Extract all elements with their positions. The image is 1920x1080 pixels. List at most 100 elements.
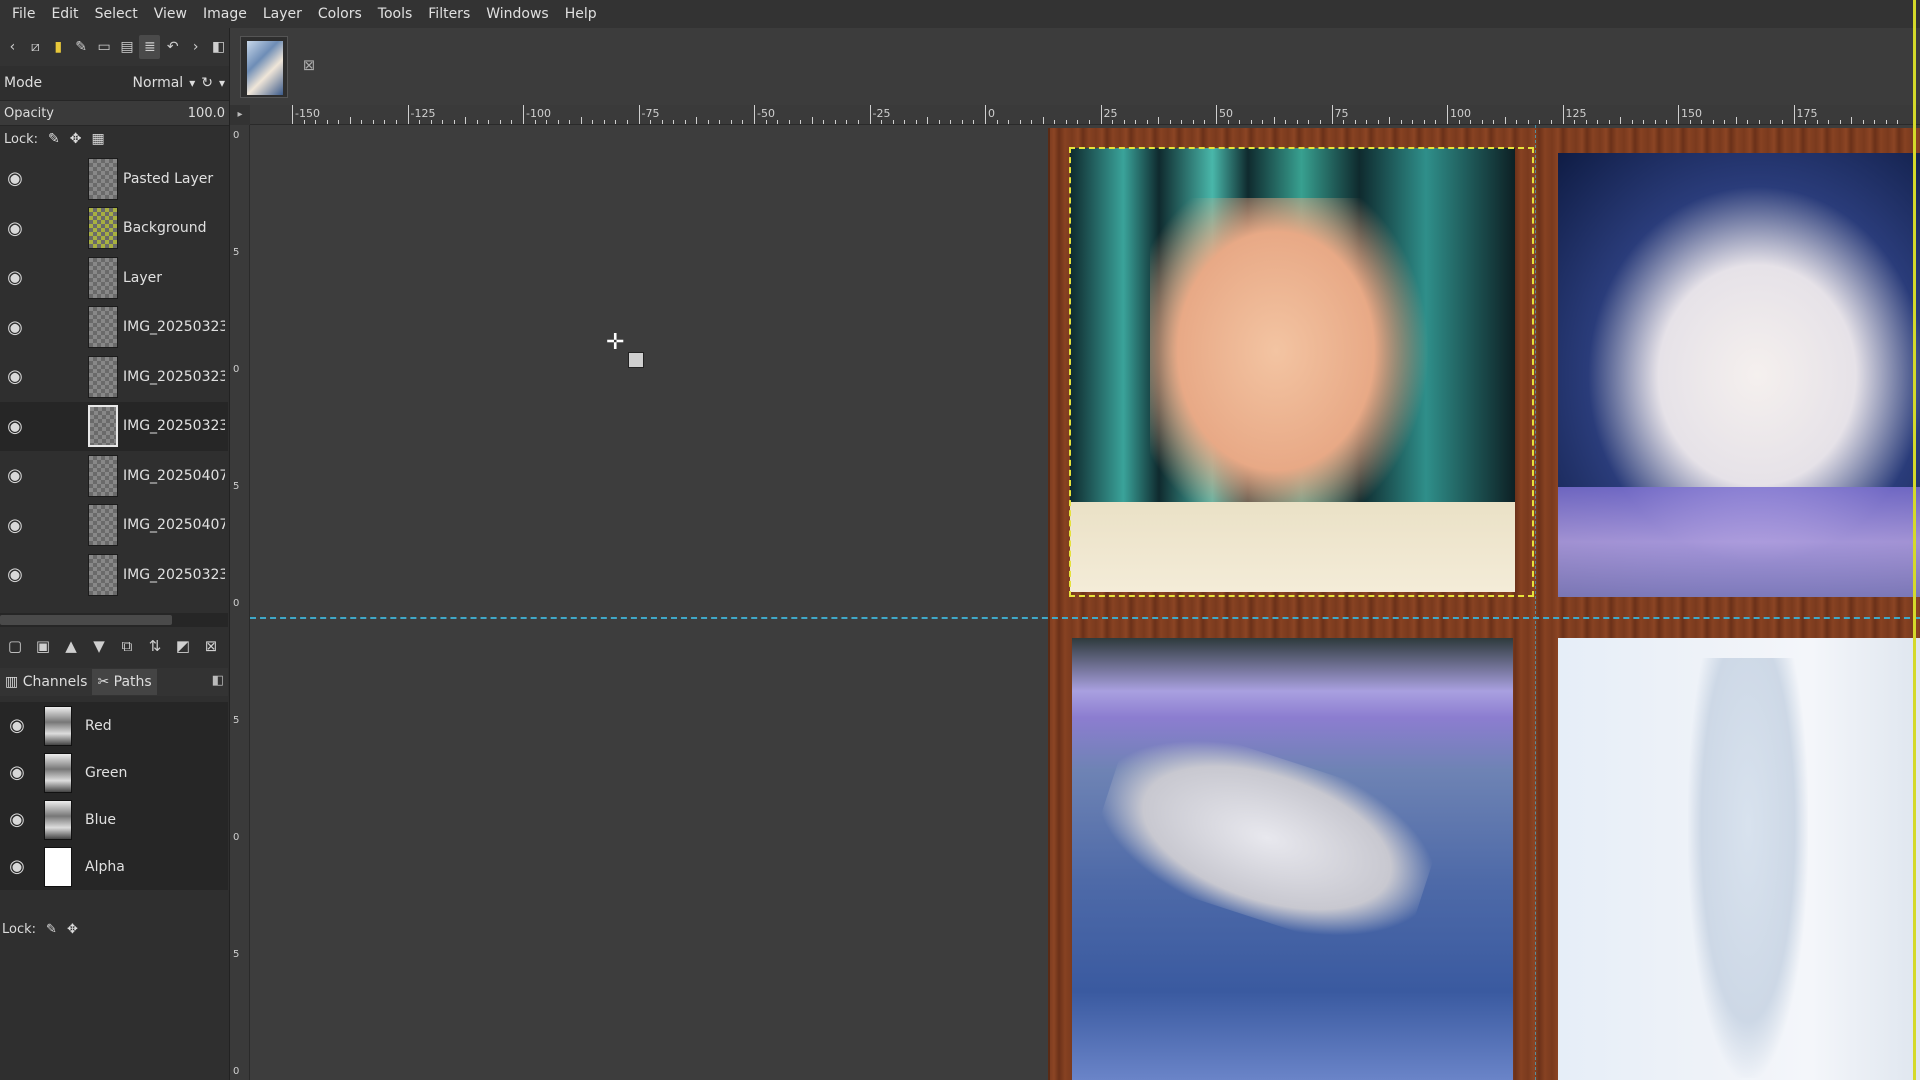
layer-row[interactable]: ◉ Background <box>0 204 228 254</box>
undo-history-icon[interactable]: ▤ <box>117 35 138 59</box>
ruler-minor-tick <box>1574 120 1576 124</box>
scrollbar-thumb[interactable] <box>0 615 172 625</box>
eye-icon[interactable]: ◉ <box>0 564 30 585</box>
lower-layer-icon[interactable]: ▼ <box>88 637 110 655</box>
eye-icon[interactable]: ◉ <box>0 465 30 486</box>
layer-row[interactable]: ◉ IMG_20250323_ <box>0 352 228 402</box>
image-tab[interactable] <box>240 36 288 98</box>
ruler-minor-tick <box>465 117 467 124</box>
eye-icon[interactable]: ◉ <box>0 809 34 830</box>
eye-icon[interactable]: ◉ <box>0 366 30 387</box>
ruler-minor-tick <box>1666 120 1668 124</box>
layers-tab-icon[interactable]: ≣ <box>139 35 161 59</box>
lock-pixels-icon[interactable]: ✎ <box>46 922 57 937</box>
chevron-down-icon[interactable]: ▾ <box>219 76 225 90</box>
paintbrush-icon[interactable]: ✎ <box>71 35 92 59</box>
eye-icon[interactable]: ◉ <box>0 762 34 783</box>
channel-row[interactable]: ◉ Green <box>0 749 228 796</box>
ruler-minor-tick <box>1862 120 1864 124</box>
menu-edit[interactable]: Edit <box>43 0 86 28</box>
channel-row[interactable]: ◉ Red <box>0 702 228 749</box>
ruler-minor-tick <box>1296 120 1298 124</box>
menu-layer[interactable]: Layer <box>255 0 310 28</box>
device-status-icon[interactable]: ▭ <box>94 35 115 59</box>
menu-image[interactable]: Image <box>195 0 255 28</box>
close-icon[interactable]: ⊠ <box>300 56 318 74</box>
menu-help[interactable]: Help <box>557 0 605 28</box>
delete-layer-icon[interactable]: ⊠ <box>200 637 222 655</box>
ruler-minor-tick <box>1735 117 1737 124</box>
lock-position-icon[interactable]: ✥ <box>67 922 78 937</box>
opacity-slider[interactable]: Opacity 100.0 <box>0 100 229 126</box>
new-layer-group-icon[interactable]: ▣ <box>32 637 54 655</box>
ruler-minor-tick <box>673 120 675 124</box>
ruler-minor-tick <box>1250 120 1252 124</box>
ruler-minor-tick <box>800 120 802 124</box>
ruler-minor-tick <box>834 120 836 124</box>
menu-windows[interactable]: Windows <box>478 0 557 28</box>
eye-icon[interactable]: ◉ <box>0 856 34 877</box>
tab-paths[interactable]: ✂ Paths <box>92 669 157 695</box>
opacity-value[interactable]: 100.0 <box>188 106 225 121</box>
ruler-minor-tick <box>372 120 374 124</box>
ruler-minor-tick <box>1412 120 1414 124</box>
ruler-minor-tick <box>1146 120 1148 124</box>
eye-icon[interactable]: ◉ <box>0 267 30 288</box>
lock-alpha-icon[interactable]: ▦ <box>92 131 105 147</box>
menu-tools[interactable]: Tools <box>370 0 421 28</box>
layer-row[interactable]: ◉ Pasted Layer <box>0 154 228 204</box>
brush-palette-icon[interactable]: ▮ <box>48 35 69 59</box>
eye-icon[interactable]: ◉ <box>0 515 30 536</box>
eye-icon[interactable]: ◉ <box>0 168 30 189</box>
chevron-down-icon[interactable]: ▾ <box>189 76 195 90</box>
layer-row[interactable]: ◉ IMG_20250407_ <box>0 451 228 501</box>
tab-channels[interactable]: ▥ Channels <box>0 669 92 695</box>
horizontal-ruler[interactable]: -150 -125 -100 -75 -50 -25 0 25 50 75 100 125 150 175 <box>250 105 1920 125</box>
layer-list-scrollbar[interactable] <box>0 613 228 627</box>
eye-icon[interactable]: ◉ <box>0 218 30 239</box>
ruler-corner-button[interactable]: ▸ <box>230 105 250 125</box>
dock-config-icon[interactable]: ◧ <box>212 673 224 688</box>
ruler-label: 50 <box>1219 107 1233 120</box>
channel-row[interactable]: ◉ Blue <box>0 796 228 843</box>
layer-row-selected[interactable]: ◉ IMG_20250323_ <box>0 401 228 451</box>
vertical-guide[interactable] <box>1535 125 1536 1080</box>
layer-mask-icon[interactable]: ◩ <box>172 637 194 655</box>
channel-row[interactable]: ◉ Alpha <box>0 843 228 890</box>
layer-row[interactable]: ◉ IMG_20250323_ <box>0 303 228 353</box>
lock-pixels-icon[interactable]: ✎ <box>48 131 60 147</box>
dock-config-icon[interactable]: ◧ <box>208 35 229 59</box>
undo-icon[interactable]: ↶ <box>162 35 183 59</box>
layer-row[interactable]: ◉ IMG_20250323_ <box>0 550 228 600</box>
ruler-minor-tick <box>1400 120 1402 124</box>
menu-colors[interactable]: Colors <box>310 0 370 28</box>
menu-filters[interactable]: Filters <box>420 0 478 28</box>
menu-select[interactable]: Select <box>87 0 146 28</box>
horizontal-guide[interactable] <box>250 617 1920 619</box>
opacity-label: Opacity <box>4 105 55 121</box>
lock-position-icon[interactable]: ✥ <box>70 131 82 147</box>
ruler-tick <box>638 105 640 124</box>
merge-layer-icon[interactable]: ⇅ <box>144 637 166 655</box>
layer-row[interactable]: ◉ IMG_20250407_ <box>0 501 228 551</box>
ruler-minor-tick <box>1608 120 1610 124</box>
layer-thumbnail <box>88 306 118 349</box>
eye-icon[interactable]: ◉ <box>0 317 30 338</box>
vertical-ruler[interactable]: 0 5 0 5 0 5 0 5 0 <box>230 125 250 1080</box>
tool-options-icon[interactable]: ⧄ <box>25 35 46 59</box>
ruler-minor-tick <box>1204 120 1206 124</box>
menu-view[interactable]: View <box>146 0 195 28</box>
layer-name: IMG_20250323_ <box>123 418 225 435</box>
chevron-right-icon[interactable]: › <box>185 35 206 59</box>
raise-layer-icon[interactable]: ▲ <box>60 637 82 655</box>
new-layer-icon[interactable]: ▢ <box>4 637 26 655</box>
layer-row[interactable]: ◉ Layer <box>0 253 228 303</box>
reset-mode-icon[interactable]: ↻ <box>201 75 213 91</box>
eye-icon[interactable]: ◉ <box>0 715 34 736</box>
ruler-minor-tick <box>1527 120 1529 124</box>
eye-icon[interactable]: ◉ <box>0 416 30 437</box>
chevron-left-icon[interactable]: ‹ <box>2 35 23 59</box>
duplicate-layer-icon[interactable]: ⧉ <box>116 637 138 655</box>
mode-select[interactable]: Normal <box>133 75 184 91</box>
menu-file[interactable]: File <box>4 0 43 28</box>
